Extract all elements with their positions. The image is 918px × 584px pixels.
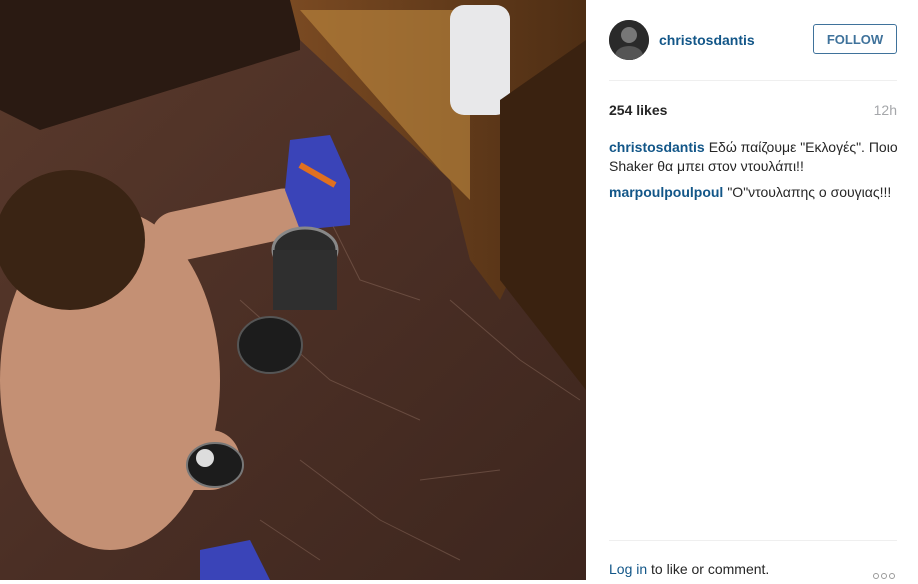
comment-username[interactable]: christosdantis — [609, 139, 705, 155]
post-photo[interactable] — [0, 0, 586, 580]
post-timestamp[interactable]: 12h — [874, 102, 897, 118]
divider — [609, 540, 897, 541]
comments-list: christosdantis Εδώ παίζουμε "Εκλογές". Πο… — [609, 138, 899, 209]
more-options-icon[interactable] — [873, 566, 897, 579]
likes-count[interactable]: 254 likes — [609, 102, 667, 118]
post-sidebar: christosdantis FOLLOW 254 likes 12h chri… — [586, 0, 918, 580]
follow-button[interactable]: FOLLOW — [813, 24, 897, 54]
comment-text: "Ο"ντουλαπης ο σουγιας!!! — [727, 184, 892, 200]
comment-username[interactable]: marpoulpoulpoul — [609, 184, 723, 200]
avatar[interactable] — [609, 20, 649, 60]
photo-illustration — [0, 0, 586, 580]
avatar-image-icon — [609, 20, 649, 60]
divider — [609, 80, 897, 81]
login-prompt-text: to like or comment. — [647, 561, 770, 577]
comment: marpoulpoulpoul "Ο"ντουλαπης ο σουγιας!!! — [609, 183, 899, 202]
comment: christosdantis Εδώ παίζουμε "Εκλογές". Πο… — [609, 138, 899, 176]
login-link[interactable]: Log in — [609, 561, 647, 577]
login-prompt: Log in to like or comment. — [609, 561, 897, 577]
instagram-post: christosdantis FOLLOW 254 likes 12h chri… — [0, 0, 918, 580]
username-link[interactable]: christosdantis — [659, 32, 755, 48]
post-header: christosdantis FOLLOW — [609, 20, 897, 62]
